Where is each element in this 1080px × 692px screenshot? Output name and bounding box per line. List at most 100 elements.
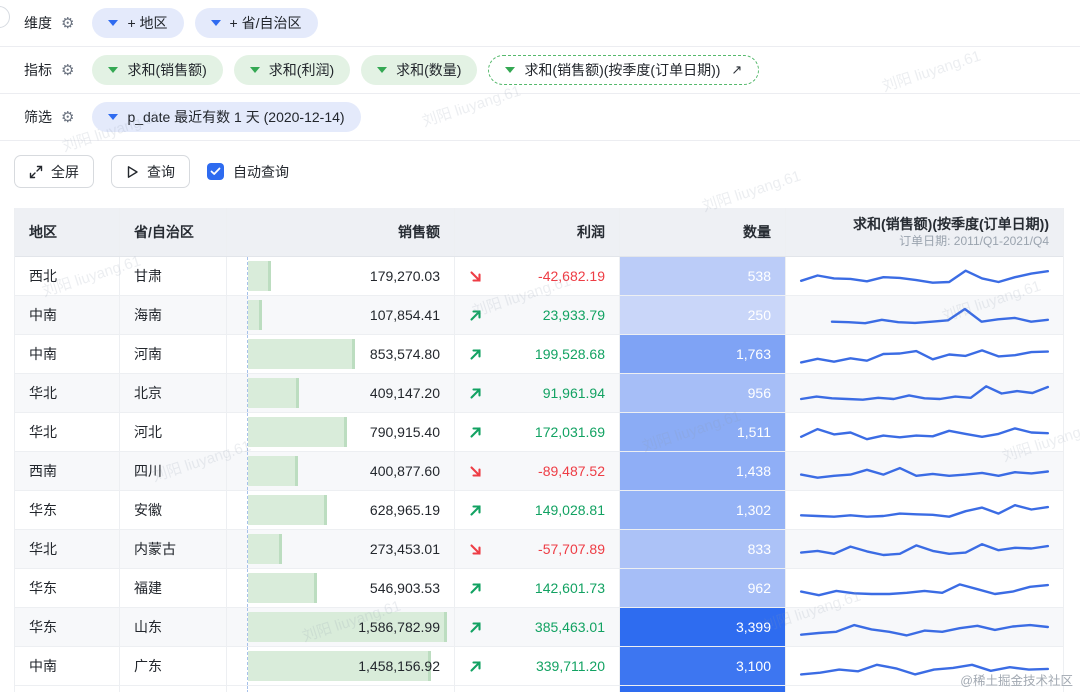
sales-bar (248, 495, 327, 525)
cell-region (15, 686, 120, 692)
cell-region: 华东 (15, 608, 120, 646)
trend-up-icon (469, 621, 482, 634)
cell-sales: 400,877.60 (227, 452, 455, 490)
sales-value: 628,965.19 (370, 502, 440, 518)
cell-quantity: 1,511 (620, 413, 786, 451)
fullscreen-button[interactable]: 全屏 (14, 155, 94, 188)
chevron-down-icon (377, 67, 387, 73)
sales-value: 546,903.53 (370, 580, 440, 596)
filter-pill[interactable]: p_date 最近有数 1 天 (2020-12-14) (92, 102, 360, 132)
metric-pill[interactable]: 求和(销售额) (92, 55, 222, 85)
sparkline-chart (796, 300, 1053, 330)
gear-icon[interactable]: ⚙ (61, 16, 74, 31)
chevron-down-icon (250, 67, 260, 73)
cell-sparkline (786, 257, 1063, 295)
metric-pill-label: 求和(销售额)(按季度(订单日期)) (524, 60, 720, 80)
cell-sales: 1,586,782.99 (227, 608, 455, 646)
cell-profit: 91,961.94 (455, 374, 620, 412)
metrics-label: 指标 ⚙ (24, 60, 74, 80)
cell-profit: 199,528.68 (455, 335, 620, 373)
profit-value: 23,933.79 (543, 307, 605, 323)
cell-sales: 790,915.40 (227, 413, 455, 451)
filters-label-text: 筛选 (24, 107, 52, 127)
sales-value: 853,574.80 (370, 346, 440, 362)
profit-value: 199,528.68 (535, 346, 605, 362)
sales-value: 1,458,156.92 (358, 658, 440, 674)
profit-value: 385,463.01 (535, 619, 605, 635)
checkbox-checked-icon[interactable] (207, 163, 224, 180)
dimensions-row: 维度 ⚙ + 地区 + 省/自治区 (0, 0, 1080, 47)
trend-up-icon (469, 426, 482, 439)
sparkline-chart (796, 417, 1053, 447)
cell-profit: -57,707.89 (455, 530, 620, 568)
trend-up-icon (469, 504, 482, 517)
metric-pill[interactable]: 求和(数量) (361, 55, 477, 85)
dimensions-label-text: 维度 (24, 13, 52, 33)
metric-pill-label: 求和(数量) (396, 60, 461, 80)
trend-up-icon (469, 387, 482, 400)
metrics-row: 指标 ⚙ 求和(销售额) 求和(利润) 求和(数量) 求和(销售额)(按季度(订单日期… (0, 47, 1080, 94)
cell-region: 中南 (15, 647, 120, 685)
cell-profit (455, 686, 620, 692)
table-row: 中南河南853,574.80199,528.681,763 (15, 335, 1063, 374)
header-quantity: 数量 (620, 208, 786, 256)
open-link-icon[interactable]: ↗ (731, 62, 742, 78)
table-row: 中南广东1,458,156.92339,711.203,100 (15, 647, 1063, 686)
cell-profit: 23,933.79 (455, 296, 620, 334)
query-button[interactable]: 查询 (111, 155, 190, 188)
cell-region: 西南 (15, 452, 120, 490)
dimension-pill[interactable]: + 省/自治区 (195, 8, 318, 38)
cell-province: 河北 (120, 413, 227, 451)
cell-quantity: 3,399 (620, 608, 786, 646)
cell-profit: 385,463.01 (455, 608, 620, 646)
cell-province: 安徽 (120, 491, 227, 529)
cell-sparkline (786, 686, 1063, 692)
cell-sparkline (786, 452, 1063, 490)
cell-quantity: 3,100 (620, 647, 786, 685)
sparkline-chart (796, 339, 1053, 369)
sales-value: 1,586,782.99 (358, 619, 440, 635)
cell-quantity (620, 686, 786, 692)
sales-bar (248, 534, 282, 564)
dimension-pill[interactable]: + 地区 (92, 8, 183, 38)
cell-province: 海南 (120, 296, 227, 334)
toolbar: 全屏 查询 自动查询 (0, 141, 1080, 188)
sparkline-chart (796, 495, 1053, 525)
cell-sparkline (786, 608, 1063, 646)
fullscreen-button-label: 全屏 (51, 162, 79, 182)
cell-province: 河南 (120, 335, 227, 373)
metric-pill[interactable]: 求和(利润) (234, 55, 350, 85)
sales-bar (248, 573, 317, 603)
sparkline-chart (796, 534, 1053, 564)
cell-sparkline (786, 335, 1063, 373)
sales-value: 273,453.01 (370, 541, 440, 557)
cell-region: 华东 (15, 569, 120, 607)
metric-pill-label: 求和(销售额) (127, 60, 206, 80)
cell-sales: 628,965.19 (227, 491, 455, 529)
sales-value: 400,877.60 (370, 463, 440, 479)
sales-bar (248, 300, 262, 330)
profit-value: 172,031.69 (535, 424, 605, 440)
table-row: 西南四川400,877.60-89,487.521,438 (15, 452, 1063, 491)
cell-province: 福建 (120, 569, 227, 607)
filter-pills: p_date 最近有数 1 天 (2020-12-14) (92, 102, 360, 132)
cell-sales: 409,147.20 (227, 374, 455, 412)
gear-icon[interactable]: ⚙ (61, 110, 74, 125)
chevron-down-icon (211, 20, 221, 26)
cell-sparkline (786, 413, 1063, 451)
table-row: 西北甘肃179,270.03-42,682.19538 (15, 257, 1063, 296)
trend-down-icon (469, 543, 482, 556)
dimension-pill-label: + 省/自治区 (230, 13, 302, 33)
sales-value: 107,854.41 (370, 307, 440, 323)
gear-icon[interactable]: ⚙ (61, 63, 74, 78)
metric-pill[interactable]: 求和(销售额)(按季度(订单日期)) ↗ (488, 55, 759, 85)
cell-province: 甘肃 (120, 257, 227, 295)
result-table: 地区 省/自治区 销售额 利润 数量 求和(销售额)(按季度(订单日期)) 订单… (14, 208, 1064, 692)
cell-profit: 149,028.81 (455, 491, 620, 529)
auto-query-toggle[interactable]: 自动查询 (207, 162, 289, 182)
profit-value: -42,682.19 (538, 268, 605, 284)
cell-quantity: 833 (620, 530, 786, 568)
sparkline-chart (796, 456, 1053, 486)
metric-pills: 求和(销售额) 求和(利润) 求和(数量) 求和(销售额)(按季度(订单日期)) ↗ (92, 55, 759, 85)
cell-region: 西北 (15, 257, 120, 295)
